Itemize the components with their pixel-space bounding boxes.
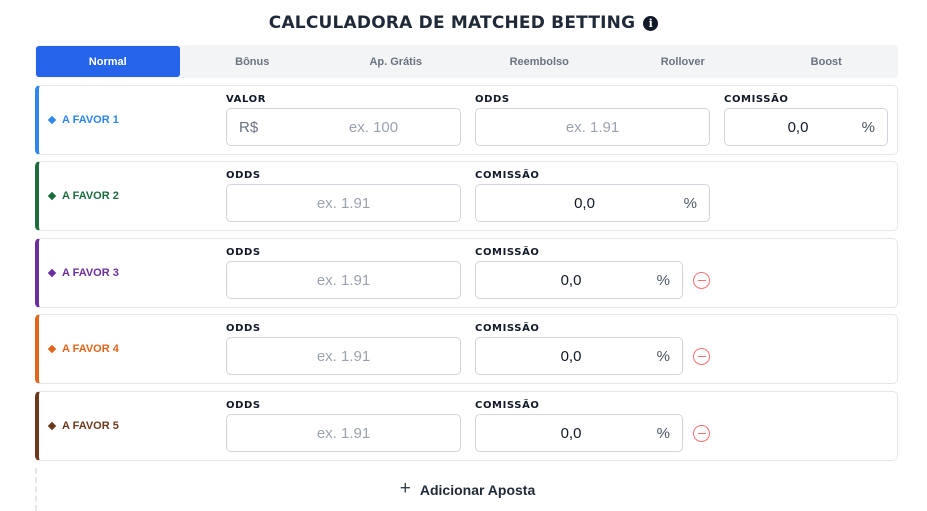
diamond-icon (47, 115, 57, 125)
comissao-input[interactable]: 0,0 % (475, 261, 683, 299)
bet-card-2: A FAVOR 2 ODDS ex. 1.91 COMISSÃO 0,0 % (35, 161, 898, 231)
odds-field: ODDS ex. 1.91 (226, 322, 461, 375)
comissao-label: COMISSÃO (475, 400, 540, 411)
bet-card-5: A FAVOR 5 ODDS ex. 1.91 COMISSÃO 0,0 % (35, 391, 898, 461)
odds-input[interactable]: ex. 1.91 (475, 108, 710, 146)
tab-rollover[interactable]: Rollover (611, 45, 755, 78)
comissao-label: COMISSÃO (475, 247, 540, 258)
remove-bet-icon[interactable] (693, 425, 710, 442)
tab-bonus[interactable]: Bônus (181, 45, 325, 78)
odds-field: ODDS ex. 1.91 (475, 93, 710, 146)
percent-suffix: % (656, 424, 670, 442)
odds-field: ODDS ex. 1.91 (226, 399, 461, 452)
valor-placeholder: ex. 100 (348, 118, 399, 136)
tab-reembolso[interactable]: Reembolso (468, 45, 612, 78)
odds-input[interactable]: ex. 1.91 (226, 414, 461, 452)
remove-bet-icon[interactable] (693, 272, 710, 289)
percent-suffix: % (861, 118, 875, 136)
comissao-input[interactable]: 0,0 % (475, 184, 710, 222)
tab-normal[interactable]: Normal (36, 46, 180, 77)
odds-placeholder: ex. 1.91 (565, 118, 620, 136)
bet-label-5: A FAVOR 5 (47, 392, 119, 460)
diamond-icon (47, 344, 57, 354)
odds-placeholder: ex. 1.91 (316, 424, 371, 442)
valor-field: VALOR R$ ex. 100 (226, 93, 461, 146)
bet-card-4: A FAVOR 4 ODDS ex. 1.91 COMISSÃO 0,0 % (35, 314, 898, 384)
comissao-label: COMISSÃO (475, 170, 540, 181)
odds-label: ODDS (226, 247, 261, 258)
bet-label-1: A FAVOR 1 (47, 86, 119, 154)
remove-bet-icon[interactable] (693, 348, 710, 365)
header: CALCULADORA DE MATCHED BETTING i (0, 10, 927, 36)
comissao-value: 0,0 (560, 271, 582, 289)
bet-label-text: A FAVOR 4 (62, 343, 119, 355)
odds-label: ODDS (226, 400, 261, 411)
comissao-value: 0,0 (574, 194, 595, 212)
odds-input[interactable]: ex. 1.91 (226, 337, 461, 375)
odds-input[interactable]: ex. 1.91 (226, 261, 461, 299)
plus-icon: + (399, 478, 411, 499)
comissao-label: COMISSÃO (724, 94, 789, 105)
odds-placeholder: ex. 1.91 (316, 347, 371, 365)
odds-label: ODDS (475, 94, 510, 105)
comissao-field: COMISSÃO 0,0 % (475, 399, 683, 452)
comissao-field: COMISSÃO 0,0 % (475, 169, 710, 222)
tab-ap-gratis[interactable]: Ap. Grátis (324, 45, 468, 78)
valor-label: VALOR (226, 94, 267, 105)
odds-field: ODDS ex. 1.91 (226, 169, 461, 222)
odds-placeholder: ex. 1.91 (316, 194, 371, 212)
page-title: CALCULADORA DE MATCHED BETTING (268, 13, 636, 33)
comissao-value: 0,0 (560, 424, 582, 442)
bet-card-3: A FAVOR 3 ODDS ex. 1.91 COMISSÃO 0,0 % (35, 238, 898, 308)
comissao-input[interactable]: 0,0 % (475, 414, 683, 452)
info-icon[interactable]: i (643, 16, 659, 31)
comissao-input[interactable]: 0,0 % (724, 108, 888, 146)
odds-label: ODDS (226, 323, 261, 334)
comissao-field: COMISSÃO 0,0 % (724, 93, 888, 146)
bet-label-text: A FAVOR 5 (62, 420, 119, 432)
bet-label-3: A FAVOR 3 (47, 239, 119, 307)
add-bet-button[interactable]: + Adicionar Aposta (35, 468, 898, 511)
bet-label-2: A FAVOR 2 (47, 162, 119, 230)
tab-boost[interactable]: Boost (755, 45, 899, 78)
odds-placeholder: ex. 1.91 (316, 271, 371, 289)
comissao-field: COMISSÃO 0,0 % (475, 246, 683, 299)
percent-suffix: % (656, 271, 670, 289)
diamond-icon (47, 191, 57, 201)
odds-label: ODDS (226, 170, 261, 181)
diamond-icon (47, 421, 57, 431)
comissao-value: 0,0 (560, 347, 582, 365)
bet-label-4: A FAVOR 4 (47, 315, 119, 383)
percent-suffix: % (656, 347, 670, 365)
bet-label-text: A FAVOR 2 (62, 190, 119, 202)
comissao-input[interactable]: 0,0 % (475, 337, 683, 375)
odds-input[interactable]: ex. 1.91 (226, 184, 461, 222)
diamond-icon (47, 268, 57, 278)
bet-card-1: A FAVOR 1 VALOR R$ ex. 100 ODDS ex. 1.91… (35, 85, 898, 155)
valor-input[interactable]: R$ ex. 100 (226, 108, 461, 146)
odds-field: ODDS ex. 1.91 (226, 246, 461, 299)
currency-prefix: R$ (239, 118, 259, 136)
mode-tabs: Normal Bônus Ap. Grátis Reembolso Rollov… (35, 45, 898, 78)
comissao-label: COMISSÃO (475, 323, 540, 334)
comissao-field: COMISSÃO 0,0 % (475, 322, 683, 375)
add-bet-label: Adicionar Aposta (419, 481, 536, 498)
percent-suffix: % (683, 194, 697, 212)
bet-label-text: A FAVOR 1 (62, 114, 119, 126)
bet-label-text: A FAVOR 3 (62, 267, 119, 279)
